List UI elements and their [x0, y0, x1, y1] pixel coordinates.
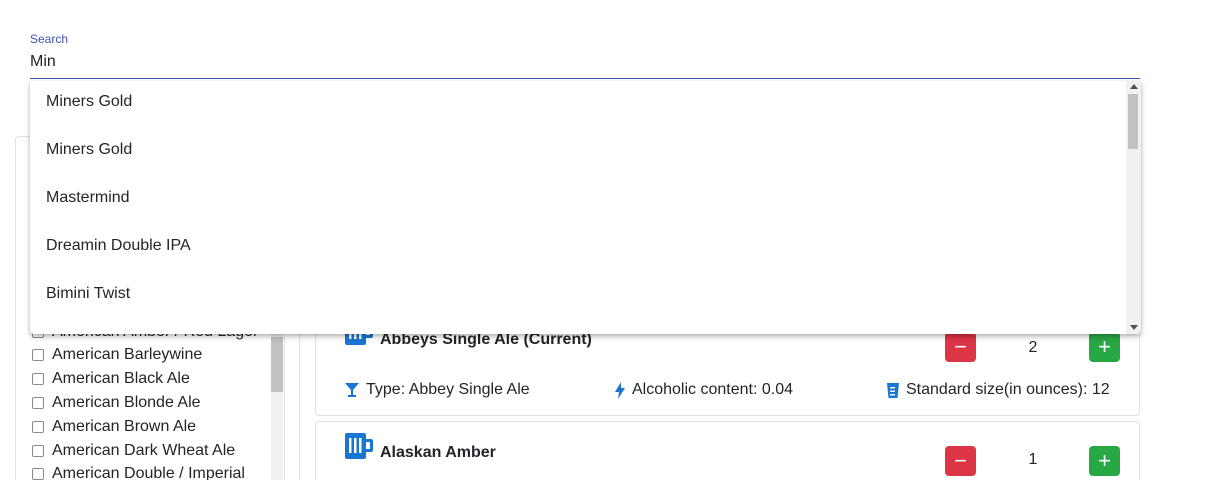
filter-checkbox[interactable]: [32, 445, 44, 457]
dropdown-scrollbar-thumb[interactable]: [1128, 94, 1138, 149]
filter-scrollbar-thumb[interactable]: [271, 337, 283, 392]
scroll-up-arrow-icon[interactable]: [1130, 84, 1138, 89]
decrease-quantity-button[interactable]: −: [945, 446, 976, 476]
filter-item-label: American Barleywine: [52, 346, 203, 363]
beer-alcohol: Alcoholic content: 0.04: [614, 381, 793, 399]
filter-checkbox[interactable]: [32, 468, 44, 480]
glass-size-icon: [887, 382, 899, 398]
increase-quantity-button[interactable]: +: [1089, 332, 1120, 362]
beer-card: Alaskan Amber − 1 +: [315, 421, 1140, 480]
beer-mug-icon: [345, 433, 373, 459]
filter-item-label: American Blonde Ale: [52, 394, 201, 411]
beer-name: Alaskan Amber: [380, 444, 496, 461]
filter-item-label: American Black Ale: [52, 370, 190, 387]
increase-quantity-button[interactable]: +: [1089, 446, 1120, 476]
autocomplete-option[interactable]: Miners Gold: [30, 126, 1126, 174]
filter-item-label: American Brown Ale: [52, 418, 197, 435]
beer-type-text: Type: Abbey Single Ale: [366, 381, 530, 398]
filter-item[interactable]: American Blonde Ale: [32, 392, 201, 414]
beer-size: Standard size(in ounces): 12: [886, 381, 1110, 399]
autocomplete-option[interactable]: Dreamin Double IPA: [30, 222, 1126, 270]
filter-item-label: American Double / Imperial: [52, 465, 245, 480]
autocomplete-option[interactable]: Miners Gold: [30, 81, 1126, 126]
filter-checkbox[interactable]: [32, 373, 44, 385]
beer-quantity: 2: [1028, 339, 1038, 356]
autocomplete-dropdown: Miners Gold Miners Gold Mastermind Dream…: [30, 81, 1141, 334]
filter-item-label: American Dark Wheat Ale: [52, 442, 236, 459]
beer-quantity: 1: [1028, 451, 1038, 468]
filter-checkbox[interactable]: [32, 421, 44, 433]
scroll-down-arrow-icon[interactable]: [1130, 325, 1138, 330]
filter-item[interactable]: American Dark Wheat Ale: [32, 440, 235, 462]
search-input[interactable]: [30, 51, 1130, 73]
filter-item[interactable]: American Barleywine: [32, 344, 202, 366]
beer-size-text: Standard size(in ounces): 12: [906, 381, 1110, 398]
filter-item[interactable]: American Brown Ale: [32, 416, 196, 438]
beer-type: Type: Abbey Single Ale: [344, 381, 530, 399]
filter-item[interactable]: American Black Ale: [32, 368, 190, 390]
filter-item[interactable]: American Double / Imperial: [32, 463, 245, 480]
cocktail-glass-icon: [345, 383, 359, 397]
autocomplete-option[interactable]: Bimini Twist: [30, 270, 1126, 318]
search-label: Search: [30, 32, 69, 46]
search-field[interactable]: Search: [30, 30, 1140, 79]
autocomplete-option[interactable]: Mastermind: [30, 174, 1126, 222]
decrease-quantity-button[interactable]: −: [945, 332, 976, 362]
filter-checkbox[interactable]: [32, 397, 44, 409]
beer-alcohol-text: Alcoholic content: 0.04: [632, 381, 793, 398]
filter-checkbox[interactable]: [32, 349, 44, 361]
lightning-bolt-icon: [615, 381, 625, 399]
